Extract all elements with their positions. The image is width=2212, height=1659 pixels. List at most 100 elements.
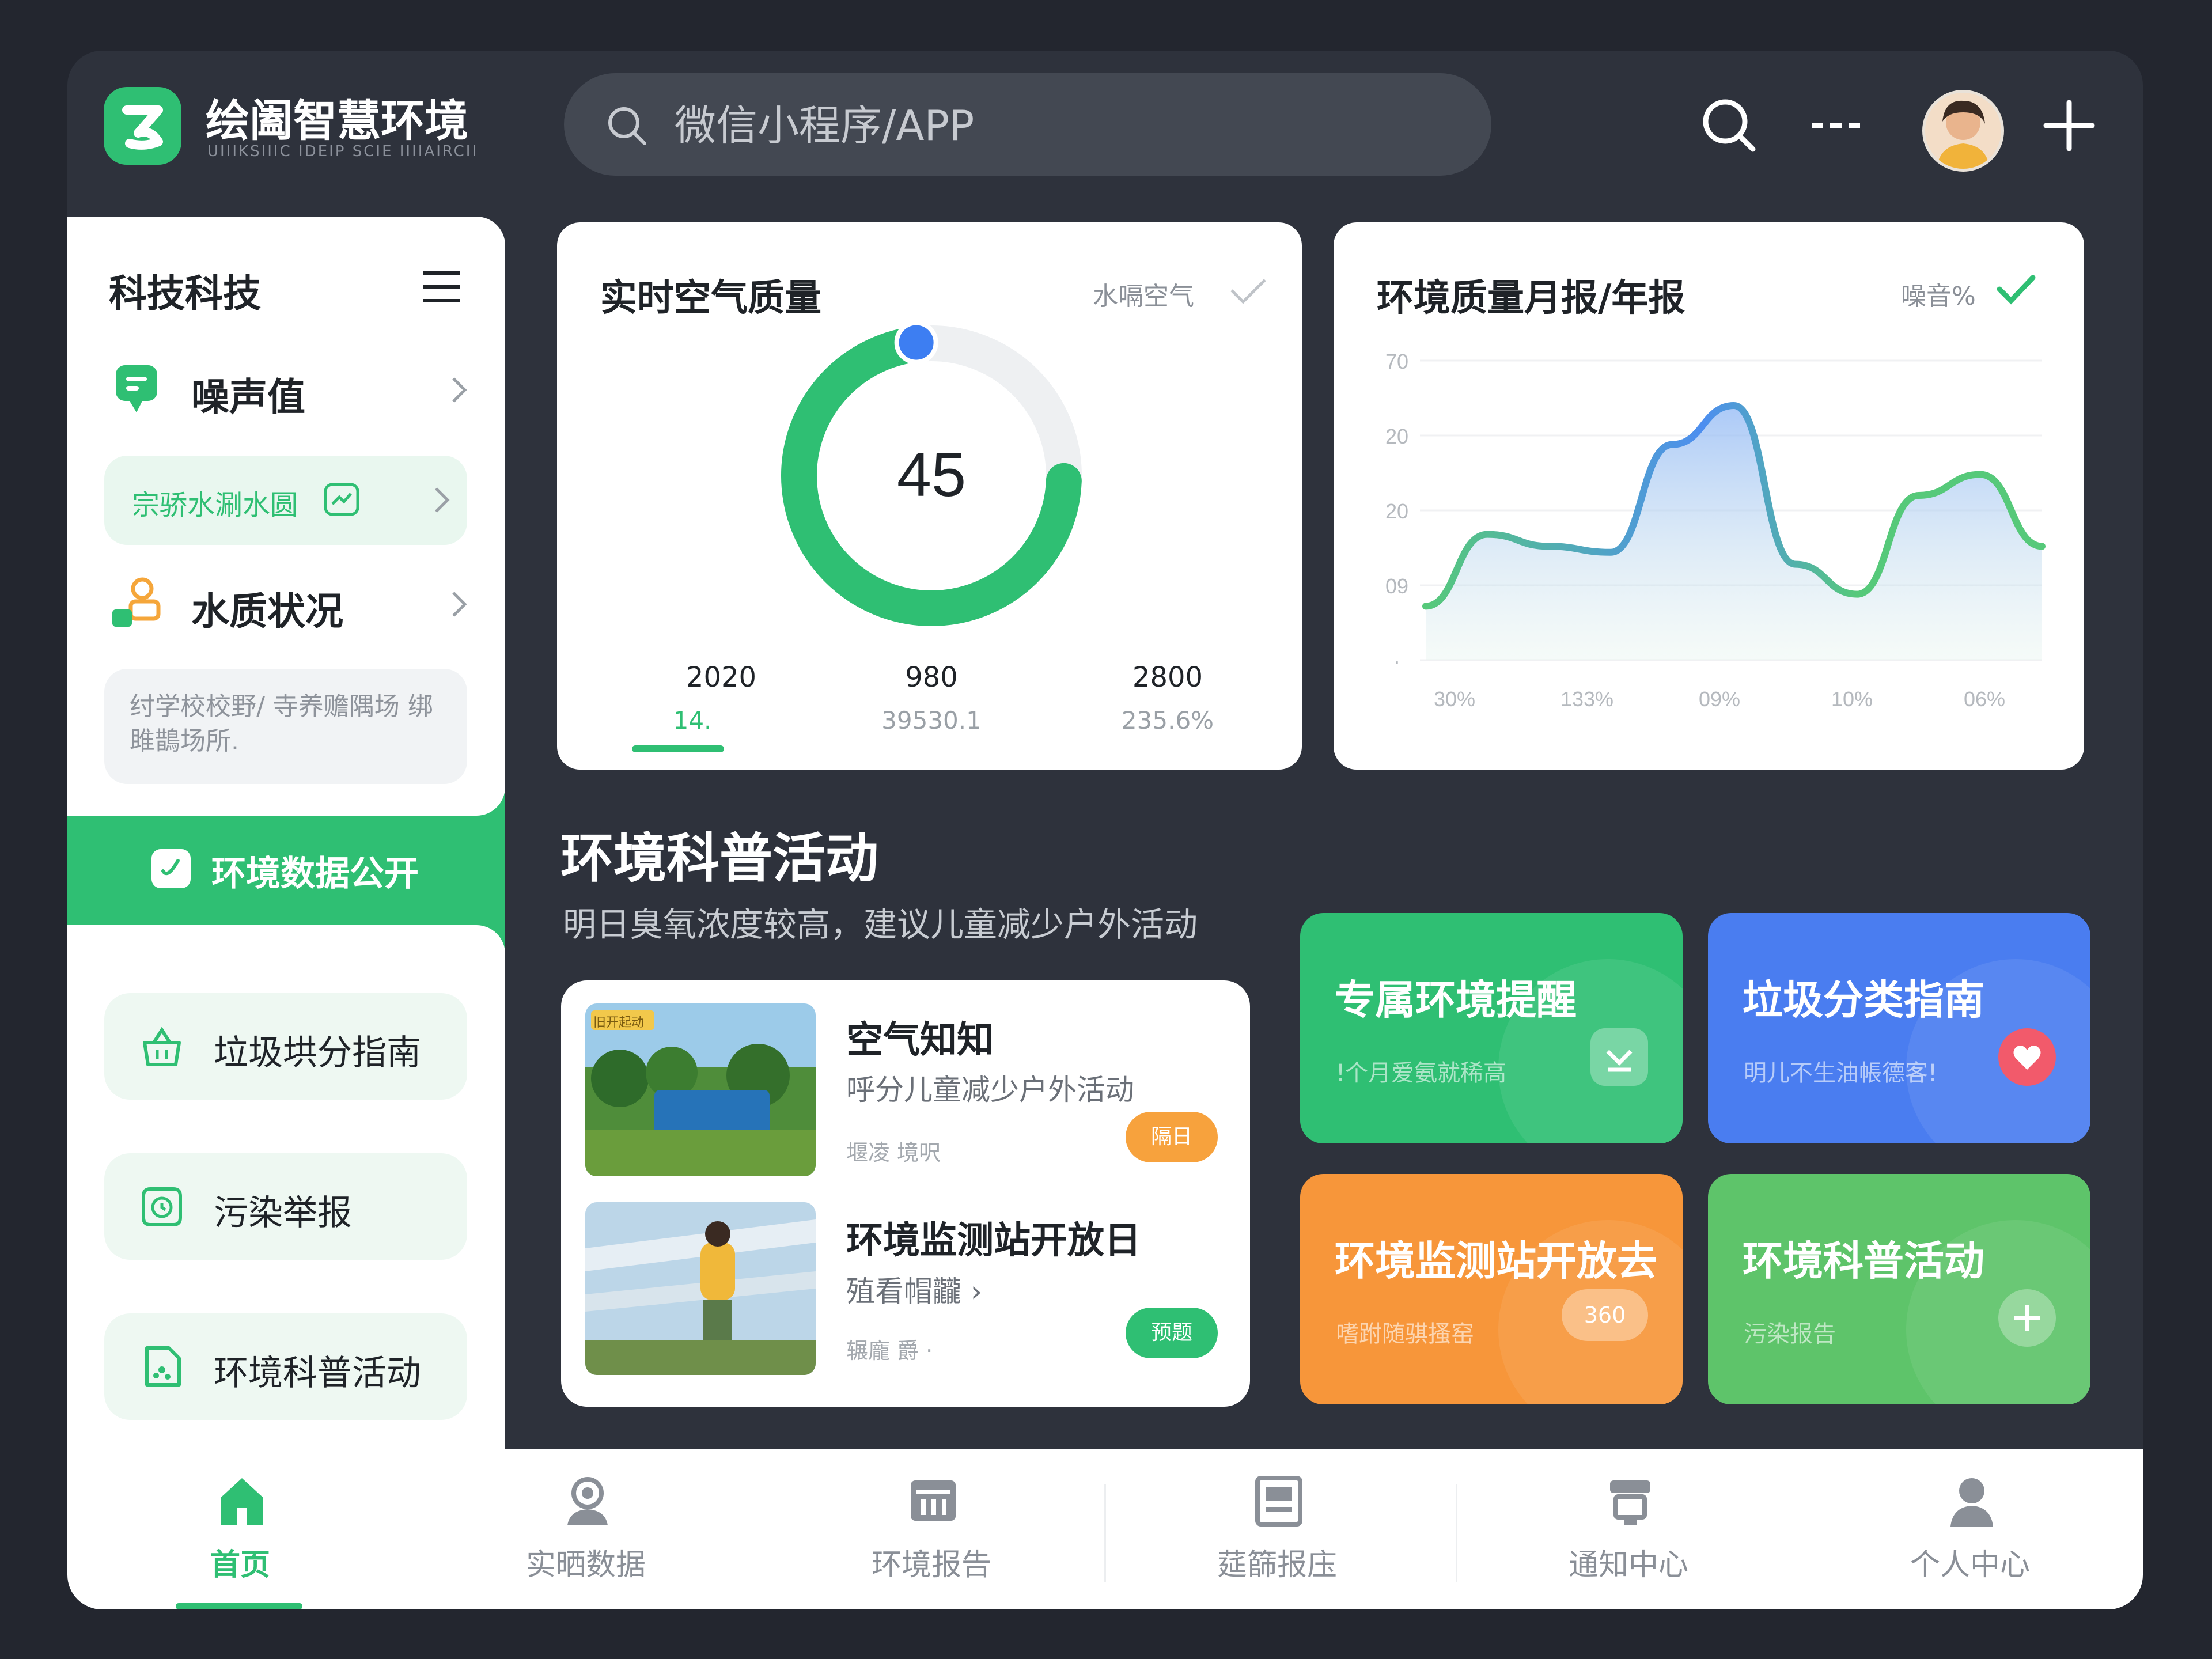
add-icon[interactable] [1998,1289,2056,1347]
open-data-label: 环境数据公开 [211,854,419,894]
home-icon [221,1478,263,1525]
user-data-icon [567,1477,608,1525]
list-item-badge[interactable]: 隔日 [1126,1112,1218,1162]
section-title: 环境科普活动 [560,828,879,889]
app-window: 绘阖智慧环境 UIIIKSIIIC IDEIP SCIE IIIIAIRCII … [67,51,2143,1609]
y-tick-label: · [1393,649,1400,673]
tile-subtitle: 污染报告 [1744,1321,1836,1347]
x-tick-label: 133% [1560,687,1613,711]
app-logo [104,87,181,165]
series-area [1426,406,2042,660]
noise-sub-label: 宗骄水涮水圆 [132,489,298,521]
sidebar-button-sorting[interactable]: 垃圾垬分指南 [104,993,467,1100]
stat-year: 2800 [1132,661,1203,694]
tile-station-open[interactable]: 环境监测站开放去 嗜跗随骐搔窑 360 [1300,1174,1683,1404]
list-item-badge[interactable]: 预题 [1126,1308,1218,1358]
search-icon[interactable] [1698,94,1761,157]
stat-sub: 39530.1 [881,706,982,734]
nav-active-indicator [176,1603,302,1609]
download-icon[interactable] [1590,1028,1648,1086]
tile-title: 垃圾分类指南 [1743,976,1984,1024]
app-subtitle: UIIIKSIIIC IDEIP SCIE IIIIAIRCII [207,143,479,160]
stat-year: 980 [905,661,958,694]
tile-badge[interactable]: 360 [1562,1289,1648,1341]
water-quality-icon [112,577,161,627]
report-card[interactable]: 环境质量月报/年报 噪音% 70 20 20 09 · 30% 133% 09% 10% 06% [1334,222,2084,770]
sidebar-item-label: 水质状况 [191,589,343,634]
tile-subtitle: !个月爱氨就稀高 [1336,1060,1507,1086]
check-icon [1997,275,2036,305]
app-title: 绘阖智慧环境 [206,95,468,146]
sidebar-button-report[interactable]: 污染举报 [104,1153,467,1260]
tile-subtitle: 嗜跗随骐搔窑 [1336,1321,1474,1347]
list-item-image: 旧开起动 [585,1003,816,1176]
sidebar-title: 科技科技 [109,271,261,316]
card-tag: 水嗝空气 [1093,282,1194,311]
basket-icon [143,1027,181,1066]
x-tick-label: 30% [1434,687,1475,711]
sidebar-item-water[interactable]: 水质状况 [108,568,476,637]
nav-item-realtime[interactable]: 实晒数据 [413,1449,759,1609]
list-item-desc: 殖看帽龖 › [846,1275,982,1308]
noise-icon [116,365,157,412]
water-note: 纣学校校野/ 寺养赡隅场 绑雎鵲场所. [104,669,467,784]
report-icon [911,1480,956,1521]
y-tick-label: 20 [1385,499,1408,523]
nav-item-notifications[interactable]: 通知中心 [1456,1449,1801,1609]
air-quality-gauge: 45 [781,320,1082,626]
image-tag: 旧开起动 [593,1016,645,1030]
card-title: 环境质量月报/年报 [1377,277,1685,320]
chevron-right-icon [452,592,467,617]
stat-sub: 235.6% [1121,706,1214,734]
nav-item-home[interactable]: 首页 [67,1449,413,1609]
add-icon[interactable] [2037,94,2101,157]
search-input[interactable] [673,96,1425,155]
section-subtitle: 明日臭氧浓度较高，建议儿童减少户外活动 [563,905,1198,944]
open-data-button[interactable]: 环境数据公开 [67,810,505,925]
tile-science-activity[interactable]: 环境科普活动 污染报告 [1708,1174,2090,1404]
sidebar-buttons-panel: 垃圾垬分指南 污染举报 环境科普活动 [67,925,505,1501]
list-item-image [585,1202,816,1375]
nav-item-profile[interactable]: 个人中心 [1797,1449,2143,1609]
tile-subtitle: 明儿不生油帳德客! [1744,1060,1938,1086]
nav-item-report[interactable]: 环境报告 [759,1449,1104,1609]
gauge-value: 45 [897,440,966,509]
noise-sub-item[interactable]: 宗骄水涮水圆 [104,456,467,545]
nav-label: 环境报告 [871,1548,991,1582]
nav-item-documents[interactable]: 莚篩报庒 [1104,1449,1450,1609]
search-icon [608,107,646,145]
check-doc-icon [151,849,191,888]
sidebar-button-science[interactable]: 环境科普活动 [104,1313,467,1420]
sidebar-panel: 科技科技 噪声值 宗骄水涮水圆 水质状况 纣学校校野/ 寺养赡隅场 绑雎鵲场所. [67,217,505,816]
nav-label: 个人中心 [1910,1548,2030,1582]
card-tag: 噪音% [1901,282,1976,311]
avatar[interactable] [1922,90,2004,172]
document-icon [1255,1476,1302,1527]
sidebar-item-label: 噪声值 [191,375,305,419]
sidebar-button-label: 污染举报 [214,1193,352,1233]
chart-badge-icon [324,483,359,516]
list-item-meta: 堰凌 境呎 [846,1140,941,1165]
clock-report-icon [142,1187,182,1226]
sidebar-button-label: 垃圾垬分指南 [214,1033,421,1073]
nav-label: 通知中心 [1568,1548,1688,1582]
card-title: 实时空气质量 [600,277,821,320]
tile-title: 环境监测站开放去 [1335,1237,1657,1285]
science-icon [145,1346,181,1387]
air-quality-card[interactable]: 实时空气质量 水嗝空气 45 2020 14. 980 39530.1 2800… [557,222,1302,770]
list-item-title: 环境监测站开放日 [846,1219,1141,1262]
sidebar-item-noise[interactable]: 噪声值 [108,354,476,423]
search-bar[interactable] [564,73,1491,176]
sidebar-button-label: 环境科普活动 [214,1353,421,1393]
tile-personal-reminder[interactable]: 专属环境提醒 !个月爱氨就稀高 [1300,913,1683,1143]
nav-label: 实晒数据 [525,1548,646,1582]
x-tick-label: 09% [1699,687,1740,711]
list-item-title: 空气知知 [846,1019,994,1062]
more-icon[interactable] [1807,94,1865,157]
menu-icon[interactable] [419,264,465,310]
stat-active-indicator [632,745,724,752]
heart-icon[interactable] [1998,1028,2056,1086]
tile-title: 专属环境提醒 [1335,976,1577,1024]
tile-sorting-guide[interactable]: 垃圾分类指南 明儿不生油帳德客! [1708,913,2090,1143]
y-tick-label: 20 [1385,425,1408,448]
